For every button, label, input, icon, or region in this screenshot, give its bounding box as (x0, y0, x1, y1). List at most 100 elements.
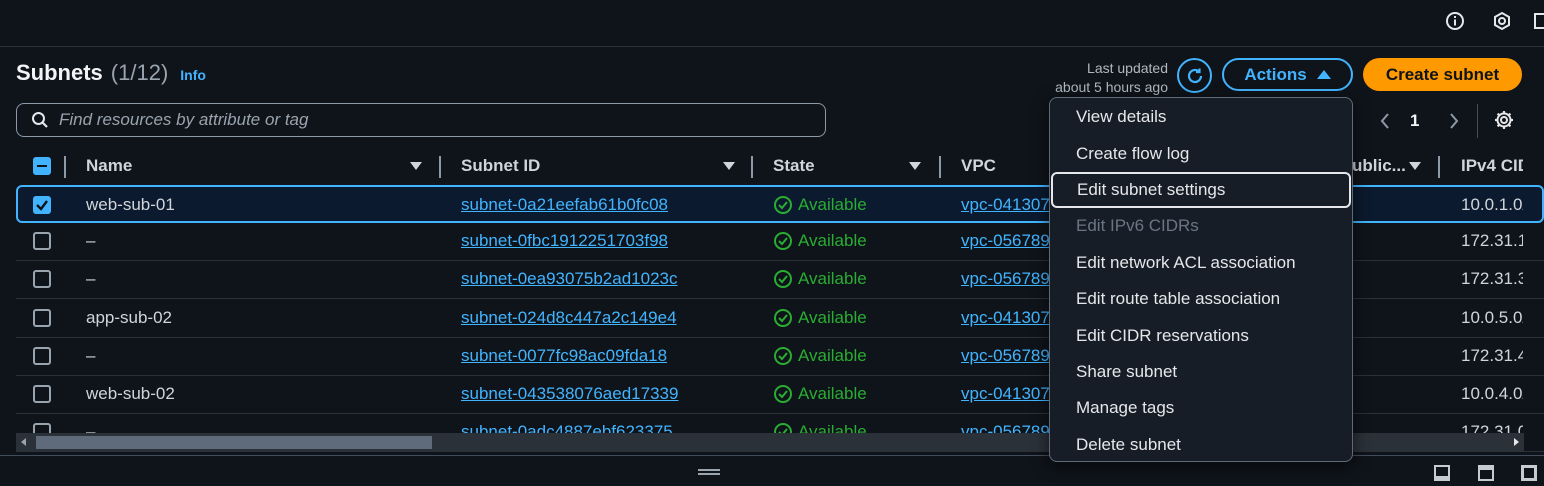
sort-down-icon (1409, 162, 1421, 170)
last-updated: Last updated about 5 hours ago (1000, 59, 1168, 97)
column-header-vpc[interactable]: VPC (961, 148, 1051, 184)
current-page[interactable]: 1 (1410, 111, 1419, 131)
cell-ipv4: 172.31.48.0/20 (1461, 345, 1523, 365)
cell-ipv4: 10.0.5.0/24 (1461, 307, 1523, 327)
state-label: Available (798, 307, 867, 327)
sort-down-icon (723, 162, 735, 170)
menu-item-manage-tags[interactable]: Manage tags (1050, 390, 1352, 426)
cell-state: Available (773, 338, 923, 374)
search-input[interactable] (59, 110, 825, 130)
column-divider[interactable] (939, 156, 941, 178)
panel-edge-icon[interactable] (1534, 10, 1544, 32)
info-icon[interactable] (1444, 10, 1466, 32)
menu-item-delete-subnet[interactable]: Delete subnet (1050, 427, 1352, 463)
last-updated-label: Last updated (1087, 60, 1168, 76)
row-checkbox[interactable] (33, 187, 51, 223)
create-subnet-button[interactable]: Create subnet (1363, 58, 1522, 91)
menu-item-edit-route-table-association[interactable]: Edit route table association (1050, 281, 1352, 317)
cell-state: Available (773, 261, 923, 297)
state-label: Available (798, 384, 867, 403)
success-check-icon (774, 308, 792, 327)
column-divider[interactable] (1438, 156, 1440, 178)
row-checkbox[interactable] (33, 261, 51, 297)
row-checkbox[interactable] (33, 223, 51, 259)
cell-state: Available (773, 376, 923, 412)
shortcuts-icon[interactable] (1491, 10, 1513, 32)
menu-item-create-flow-log[interactable]: Create flow log (1050, 135, 1352, 171)
actions-button[interactable]: Actions (1222, 58, 1353, 91)
cell-name: web-sub-01 (86, 195, 175, 214)
column-header-name[interactable]: Name (86, 148, 426, 184)
scrollbar-thumb[interactable] (36, 436, 432, 449)
split-bottom-icon[interactable] (1434, 465, 1450, 481)
success-check-icon (774, 232, 792, 251)
column-header-subnet-id[interactable]: Subnet ID (461, 148, 741, 184)
menu-item-view-details[interactable]: View details (1050, 99, 1352, 135)
row-checkbox[interactable] (33, 300, 51, 336)
column-public-label: ublic... (1352, 156, 1406, 175)
cell-state: Available (773, 223, 923, 259)
column-vpc-label: VPC (961, 156, 996, 175)
scroll-left-icon[interactable] (21, 438, 26, 446)
info-link[interactable]: Info (180, 67, 206, 83)
split-full-icon[interactable] (1521, 465, 1537, 481)
menu-item-share-subnet[interactable]: Share subnet (1050, 354, 1352, 390)
page-header: Subnets (1/12) Info (16, 60, 206, 92)
top-bar (0, 0, 1544, 47)
cell-name: – (86, 231, 96, 251)
vpc-link[interactable]: vpc-0413075 (961, 187, 1061, 223)
gear-icon[interactable] (1493, 109, 1515, 131)
column-name-label: Name (86, 156, 133, 175)
column-header-ipv4[interactable]: IPv4 CIDR (1461, 148, 1523, 184)
subnet-id-link[interactable]: subnet-024d8c447a2c149e4 (461, 300, 741, 336)
subnet-id-link[interactable]: subnet-0077fc98ac09fda18 (461, 338, 741, 374)
success-check-icon (774, 196, 792, 214)
state-label: Available (798, 231, 867, 251)
split-top-icon[interactable] (1478, 465, 1494, 481)
search-box[interactable] (16, 103, 826, 137)
scroll-right-icon[interactable] (1514, 438, 1519, 446)
vpc-link[interactable]: vpc-0567890 (961, 223, 1061, 259)
select-all-checkbox[interactable] (33, 148, 51, 184)
column-divider[interactable] (439, 156, 441, 178)
cell-name: – (86, 345, 96, 365)
vpc-link[interactable]: vpc-0413075 (961, 300, 1061, 336)
previous-page-icon[interactable] (1377, 110, 1393, 132)
cell-ipv4: 172.31.16.0/20 (1461, 231, 1523, 251)
page-title: Subnets (16, 60, 103, 85)
column-subnet-id-label: Subnet ID (461, 156, 541, 175)
drag-handle-icon[interactable] (698, 469, 720, 475)
subnet-id-link[interactable]: subnet-0fbc1912251703f98 (461, 223, 741, 259)
vpc-link[interactable]: vpc-0567890 (961, 261, 1061, 297)
cell-ipv4: 10.0.1.0/24 (1461, 195, 1523, 214)
column-divider[interactable] (751, 156, 753, 178)
cell-state: Available (773, 187, 923, 223)
state-label: Available (798, 269, 867, 289)
refresh-icon (1187, 68, 1202, 83)
cell-name: app-sub-02 (86, 307, 173, 327)
caret-up-icon (1316, 70, 1331, 79)
sort-down-icon (909, 162, 921, 170)
row-checkbox[interactable] (33, 376, 51, 412)
cell-name: – (86, 269, 96, 289)
subnet-id-link[interactable]: subnet-0ea93075b2ad1023c (461, 261, 741, 297)
column-ipv4-label: IPv4 CIDR (1461, 156, 1523, 175)
success-check-icon (774, 385, 792, 403)
refresh-button[interactable] (1177, 58, 1212, 93)
state-label: Available (798, 345, 867, 365)
check-icon (36, 200, 48, 211)
menu-item-edit-ipv6-cidrs: Edit IPv6 CIDRs (1076, 216, 1199, 236)
cell-state: Available (773, 300, 923, 336)
next-page-icon[interactable] (1446, 110, 1462, 132)
column-header-public[interactable]: ublic... (1352, 148, 1442, 184)
vpc-link[interactable]: vpc-0567890 (961, 338, 1061, 374)
menu-item-edit-cidr-reservations[interactable]: Edit CIDR reservations (1050, 317, 1352, 353)
vpc-link[interactable]: vpc-0413075 (961, 376, 1061, 412)
subnet-id-link[interactable]: subnet-043538076aed17339 (461, 376, 741, 412)
menu-item-edit-subnet-settings[interactable]: Edit subnet settings (1051, 171, 1351, 209)
menu-item-edit-network-acl-association[interactable]: Edit network ACL association (1050, 245, 1352, 281)
subnet-id-link[interactable]: subnet-0a21eefab61b0fc08 (461, 187, 741, 223)
column-header-state[interactable]: State (773, 148, 923, 184)
cell-name: web-sub-02 (86, 384, 175, 403)
row-checkbox[interactable] (33, 338, 51, 374)
